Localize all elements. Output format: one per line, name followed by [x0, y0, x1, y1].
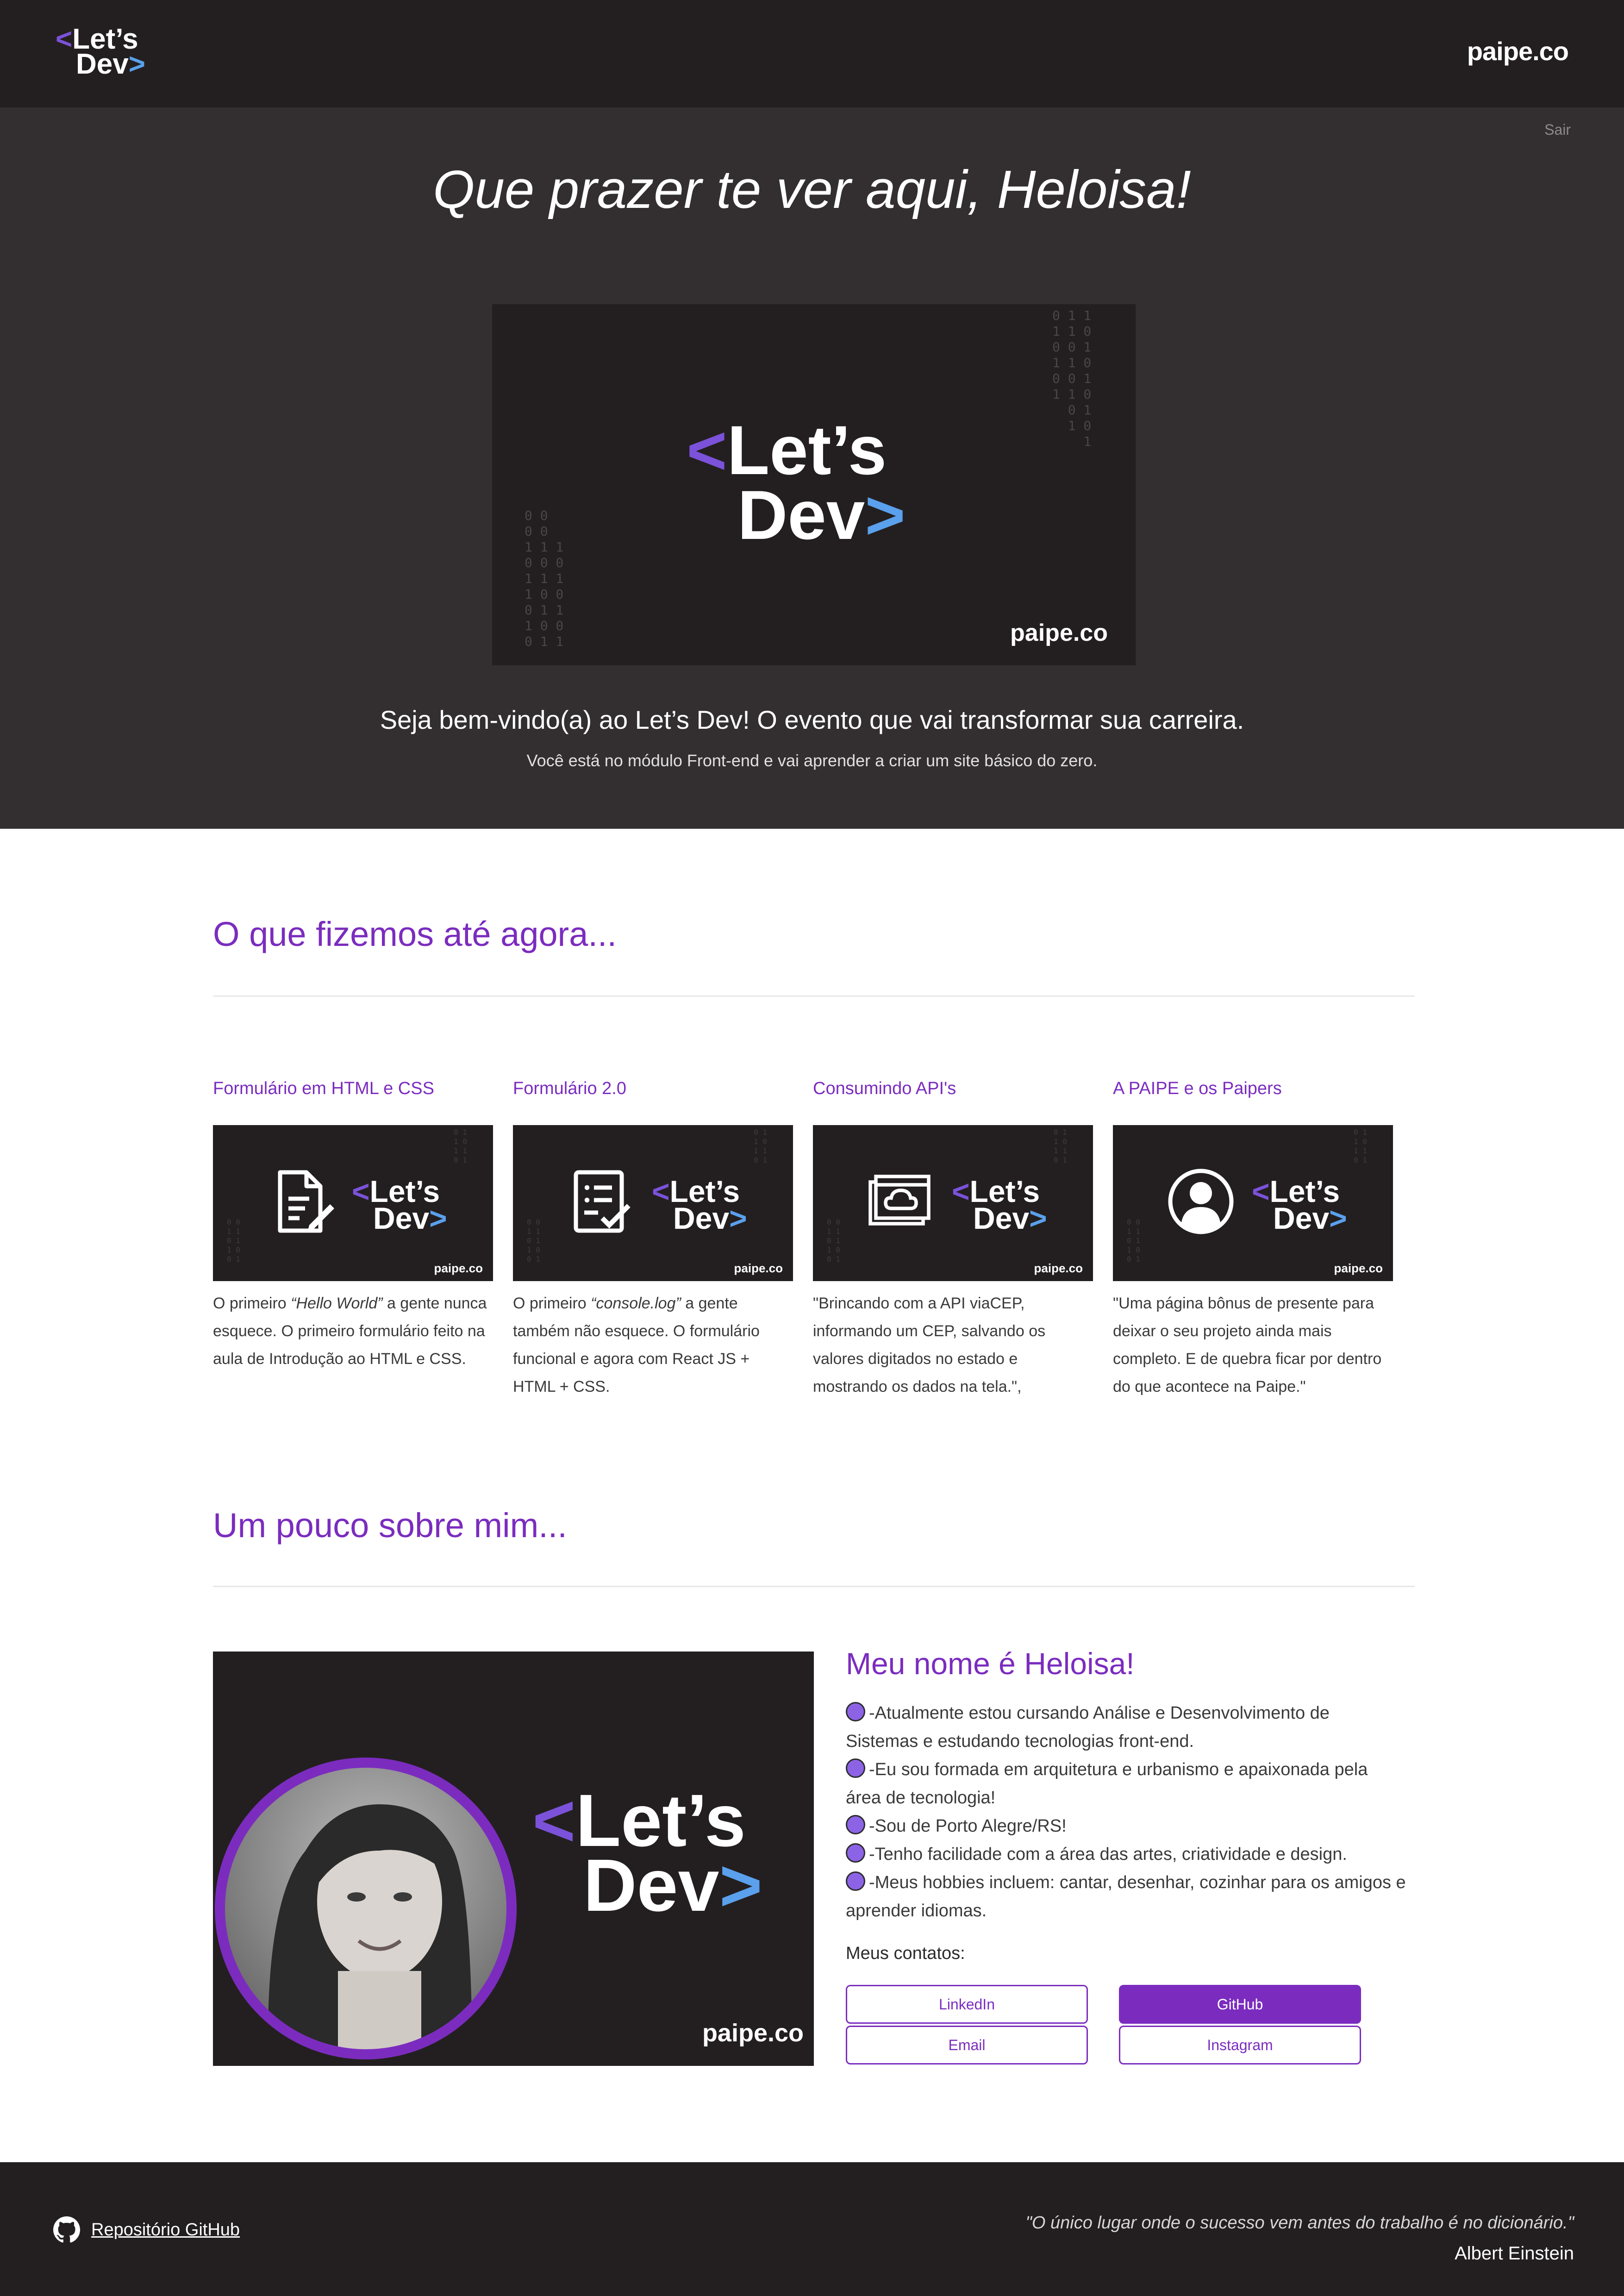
instagram-button[interactable]: Instagram: [1119, 2026, 1361, 2065]
project-card-image[interactable]: 0 1 1 0 1 1 0 1 0 0 1 1 0 1 1 0 0 1 <Let…: [1113, 1125, 1393, 1281]
project-card[interactable]: Formulário 2.0 0 1 1 0 1 1 0 1 0 0 1 1 0…: [513, 1079, 793, 1401]
section-divider: [213, 995, 1415, 997]
project-card-image[interactable]: 0 1 1 0 1 1 0 1 0 0 1 1 0 1 1 0 0 1 <Let…: [213, 1125, 493, 1281]
footer: Repositório GitHub "O único lugar onde o…: [0, 2162, 1624, 2296]
project-card-description: "Brincando com a API viaCEP, informando …: [813, 1295, 1046, 1395]
project-card[interactable]: A PAIPE e os Paipers 0 1 1 0 1 1 0 1 0 0…: [1113, 1079, 1393, 1401]
github-repo-label[interactable]: Repositório GitHub: [91, 2220, 240, 2240]
bullet-icon: [846, 1758, 865, 1778]
card-brand: paipe.co: [734, 1261, 783, 1275]
list-item: -Sou de Porto Alegre/RS!: [846, 1812, 1406, 1840]
list-item: -Tenho facilidade com a área das artes, …: [846, 1840, 1406, 1869]
binary-pattern: 0 0 0 0 1 1 1 0 0 0 1 1 1 1 0 0 0 1 1 1 …: [525, 508, 564, 649]
document-edit-icon: [278, 1170, 334, 1233]
github-icon: [53, 2216, 80, 2243]
profile-banner-image: <Let’s Dev> paipe.co: [213, 1652, 814, 2066]
project-card-title[interactable]: Consumindo API's: [813, 1079, 1093, 1125]
email-button[interactable]: Email: [846, 2026, 1088, 2065]
bullet-icon: [846, 1815, 865, 1834]
project-card-title[interactable]: Formulário em HTML e CSS: [213, 1079, 493, 1125]
project-card-description: O primeiro “Hello World” a gente nunca e…: [213, 1295, 487, 1368]
hero-subtitle: Seja bem-vindo(a) ao Let’s Dev! O evento…: [380, 705, 1244, 734]
github-repo-link[interactable]: Repositório GitHub: [53, 2216, 240, 2243]
project-card[interactable]: Consumindo API's 0 1 1 0 1 1 0 1 0 0 1 1…: [813, 1079, 1093, 1401]
banner-brand: paipe.co: [1010, 619, 1108, 646]
bullet-icon: [846, 1843, 865, 1863]
list-item: -Atualmente estou cursando Análise e Des…: [846, 1699, 1406, 1756]
user-circle-icon: [1168, 1169, 1234, 1234]
card-brand: paipe.co: [1034, 1261, 1083, 1275]
list-item: -Meus hobbies incluem: cantar, desenhar,…: [846, 1869, 1406, 1925]
card-brand: paipe.co: [434, 1261, 483, 1275]
linkedin-button[interactable]: LinkedIn: [846, 1985, 1088, 2024]
project-card-description: "Uma página bônus de presente para deixa…: [1113, 1295, 1382, 1395]
projects-section-title: O que fizemos até agora...: [213, 915, 617, 953]
about-facts-list: -Atualmente estou cursando Análise e Des…: [846, 1699, 1406, 1925]
top-navbar: <Let’s Dev> paipe.co: [0, 0, 1624, 107]
binary-pattern: 0 1 1 1 1 0 0 0 1 1 1 0 0 0 1 1 1 0 0 1 …: [1052, 308, 1092, 449]
hero-section: Sair Que prazer te ver aqui, Heloisa! 0 …: [0, 107, 1624, 829]
event-banner: 0 1 1 1 1 0 0 0 1 1 1 0 0 0 1 1 1 0 0 1 …: [492, 304, 1136, 665]
welcome-title: Que prazer te ver aqui, Heloisa!: [433, 159, 1191, 219]
card-brand: paipe.co: [1334, 1261, 1383, 1275]
contacts-label: Meus contatos:: [846, 1944, 965, 1963]
profile-banner-brand: paipe.co: [702, 2019, 804, 2047]
checklist-icon: [574, 1170, 631, 1233]
project-card-description: O primeiro “console.log” a gente também …: [513, 1295, 760, 1395]
bullet-icon: [846, 1871, 865, 1891]
project-card-image[interactable]: 0 1 1 0 1 1 0 1 0 0 1 1 0 1 1 0 0 1 <Let…: [513, 1125, 793, 1281]
project-card-image[interactable]: 0 1 1 0 1 1 0 1 0 0 1 1 0 1 1 0 0 1 <Let…: [813, 1125, 1093, 1281]
bullet-icon: [846, 1702, 865, 1721]
about-section-title: Um pouco sobre mim...: [213, 1506, 567, 1545]
logout-link[interactable]: Sair: [1544, 121, 1571, 138]
section-divider: [213, 1586, 1415, 1587]
paipe-brand[interactable]: paipe.co: [1467, 36, 1569, 66]
list-item: -Eu sou formada em arquitetura e urbanis…: [846, 1756, 1406, 1812]
project-card-title[interactable]: Formulário 2.0: [513, 1079, 793, 1125]
logo-line2: Dev: [76, 48, 129, 80]
lets-dev-logo[interactable]: <Let’s Dev>: [56, 23, 162, 83]
project-card-title[interactable]: A PAIPE e os Paipers: [1113, 1079, 1393, 1125]
about-name-heading: Meu nome é Heloisa!: [846, 1646, 1135, 1681]
quote-author: Albert Einstein: [1455, 2243, 1574, 2264]
footer-quote: "O único lugar onde o sucesso vem antes …: [1025, 2213, 1574, 2233]
github-button[interactable]: GitHub: [1119, 1985, 1361, 2024]
cloud-window-icon: [868, 1175, 931, 1226]
hero-note: Você está no módulo Front-end e vai apre…: [526, 751, 1098, 770]
project-card[interactable]: Formulário em HTML e CSS 0 1 1 0 1 1 0 1…: [213, 1079, 493, 1373]
